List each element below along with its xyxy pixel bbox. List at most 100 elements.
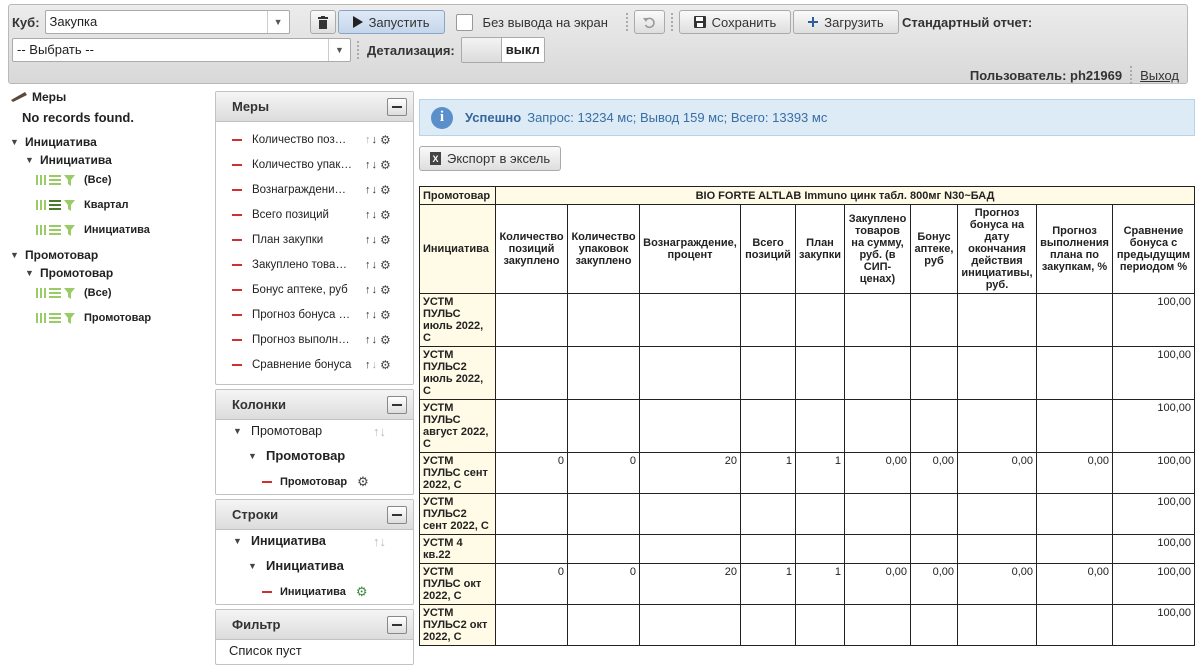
collapse-button[interactable]: [387, 97, 407, 116]
excel-icon: X: [430, 152, 441, 165]
remove-icon[interactable]: [232, 289, 242, 291]
export-excel-button[interactable]: X Экспорт в эксель: [419, 146, 562, 171]
remove-icon[interactable]: [232, 339, 242, 341]
gear-icon: ⚙: [380, 308, 391, 322]
measure-item[interactable]: План закупки ↑ ↓ ⚙: [232, 233, 412, 247]
undo-button[interactable]: [633, 10, 665, 34]
measure-item[interactable]: Количество упаковок закуплено ↑↓⚙: [232, 158, 412, 172]
triangle-down-icon[interactable]: ▼: [233, 536, 243, 546]
remove-icon[interactable]: [232, 189, 242, 191]
reorder-icons[interactable]: ↑↓: [373, 424, 386, 439]
toolbar-separator: [357, 41, 359, 59]
report-select[interactable]: -- Выбрать -- ▼: [12, 38, 351, 62]
reorder-icons[interactable]: ↑ ↓ ⚙: [365, 283, 391, 297]
reorder-icons[interactable]: ↑ ↓ ⚙: [365, 258, 391, 272]
no-output-checkbox[interactable]: [455, 13, 473, 31]
rows-hierarchy[interactable]: ▼ Инициатива: [248, 558, 344, 573]
rows-dimension[interactable]: ▼ Инициатива ↑↓: [233, 534, 386, 549]
measure-item[interactable]: Количество позиций закуплено ↑↓⚙: [232, 133, 412, 147]
tree-level-initiative[interactable]: Инициатива: [36, 224, 150, 236]
table-cell: [495, 604, 568, 646]
minus-icon: [392, 623, 402, 626]
toolbar: Куб: Закупка ▼ Запустить Без вывода на э…: [8, 4, 1188, 84]
chevron-down-icon[interactable]: ▼: [266, 11, 289, 33]
measure-label: Вознаграждение, процент: [252, 184, 352, 196]
table-cell: 0,00: [957, 452, 1037, 494]
remove-icon[interactable]: [262, 481, 272, 483]
triangle-down-icon[interactable]: ▼: [25, 155, 35, 165]
reorder-icons[interactable]: ↑↓: [373, 534, 386, 549]
tree-node-initiative-hierarchy[interactable]: ▼ Инициатива: [25, 153, 112, 167]
triangle-down-icon[interactable]: ▼: [10, 137, 20, 147]
tree-level-all[interactable]: (Все): [36, 287, 112, 299]
remove-icon[interactable]: [232, 164, 242, 166]
triangle-down-icon[interactable]: ▼: [248, 451, 258, 461]
save-button[interactable]: Сохранить: [678, 10, 791, 34]
measure-item[interactable]: Бонус аптеке, руб ↑ ↓ ⚙: [232, 283, 412, 297]
reorder-icons[interactable]: ↑ ↓ ⚙: [365, 333, 391, 347]
reorder-icons[interactable]: ↑ ↓ ⚙: [365, 233, 391, 247]
reorder-icons[interactable]: ↑ ↓ ⚙: [365, 308, 391, 322]
tree-level-label: (Все): [84, 287, 112, 299]
tree-node-promo-hierarchy[interactable]: ▼ Промотовар: [25, 266, 113, 280]
remove-icon[interactable]: [232, 264, 242, 266]
measure-item[interactable]: Закуплено товаров на сумму ↑↓⚙: [232, 258, 412, 272]
logout-link[interactable]: Выход: [1140, 68, 1179, 83]
table-cell: 0: [567, 452, 640, 494]
rows-level[interactable]: Инициатива ⚙: [262, 584, 368, 600]
reorder-icons[interactable]: ↑ ↓ ⚙: [365, 133, 391, 147]
standard-report-label: Стандартный отчет:: [901, 14, 1033, 30]
collapse-button[interactable]: [387, 615, 407, 634]
toggle-handle[interactable]: [461, 38, 502, 62]
measure-item[interactable]: Прогноз выполнения плана ↑↓⚙: [232, 333, 412, 347]
remove-icon[interactable]: [232, 364, 242, 366]
tree-node-promo[interactable]: ▼ Промотовар: [10, 248, 98, 262]
remove-icon[interactable]: [232, 239, 242, 241]
reorder-icons[interactable]: ↑ ↓ ⚙: [365, 183, 391, 197]
detail-toggle[interactable]: выкл: [460, 37, 545, 63]
remove-icon[interactable]: [232, 314, 242, 316]
table-cell: [740, 293, 796, 347]
chevron-down-icon[interactable]: ▼: [328, 39, 350, 61]
measure-item[interactable]: Прогноз бонуса на дату ↑↓⚙: [232, 308, 412, 322]
remove-icon[interactable]: [232, 214, 242, 216]
remove-icon[interactable]: [262, 591, 272, 593]
columns-level[interactable]: Промотовар ⚙: [262, 474, 369, 490]
cube-select[interactable]: Закупка ▼: [44, 10, 290, 34]
measure-item[interactable]: Сравнение бонуса ↑ ↓ ⚙: [232, 358, 412, 372]
measure-item[interactable]: Всего позиций ↑ ↓ ⚙: [232, 208, 412, 222]
tree-level-quarter[interactable]: Квартал: [36, 199, 129, 211]
reorder-icons[interactable]: ↑ ↓ ⚙: [365, 358, 391, 372]
triangle-down-icon[interactable]: ▼: [233, 426, 243, 436]
columns-hierarchy[interactable]: ▼ Промотовар: [248, 448, 345, 463]
user-info: Пользователь: ph21969 Выход: [970, 66, 1179, 84]
collapse-button[interactable]: [387, 395, 407, 414]
reorder-icons[interactable]: ↑ ↓ ⚙: [365, 208, 391, 222]
rows-panel-header: Строки: [216, 500, 413, 530]
tree-level-promo[interactable]: Промотовар: [36, 312, 151, 324]
remove-icon[interactable]: [232, 139, 242, 141]
collapse-button[interactable]: [387, 505, 407, 524]
delete-button[interactable]: [309, 10, 336, 34]
table-cell: 1: [795, 563, 845, 605]
triangle-down-icon[interactable]: ▼: [25, 268, 35, 278]
gear-icon: ⚙: [380, 133, 391, 147]
run-button[interactable]: Запустить: [337, 10, 445, 34]
table-cell: [740, 346, 796, 400]
filter-panel: Фильтр Список пуст: [215, 609, 414, 665]
gear-icon[interactable]: ⚙: [356, 584, 368, 600]
tree-level-all[interactable]: (Все): [36, 174, 112, 186]
measures-node[interactable]: Меры: [11, 90, 66, 104]
tree-node-initiative[interactable]: ▼ Инициатива: [10, 135, 97, 149]
triangle-down-icon[interactable]: ▼: [248, 561, 258, 571]
table-cell: [910, 399, 958, 453]
triangle-down-icon[interactable]: ▼: [10, 250, 20, 260]
table-cell: [844, 534, 911, 564]
columns-dimension[interactable]: ▼ Промотовар ↑↓: [233, 424, 386, 439]
measure-item[interactable]: Вознаграждение, процент ↑↓⚙: [232, 183, 412, 197]
gear-icon[interactable]: ⚙: [357, 474, 369, 490]
table-cell: [957, 346, 1037, 400]
measure-header-row: Инициатива Количество позиций закуплено …: [419, 204, 1195, 294]
load-button[interactable]: Загрузить: [792, 10, 899, 34]
reorder-icons[interactable]: ↑ ↓ ⚙: [365, 158, 391, 172]
